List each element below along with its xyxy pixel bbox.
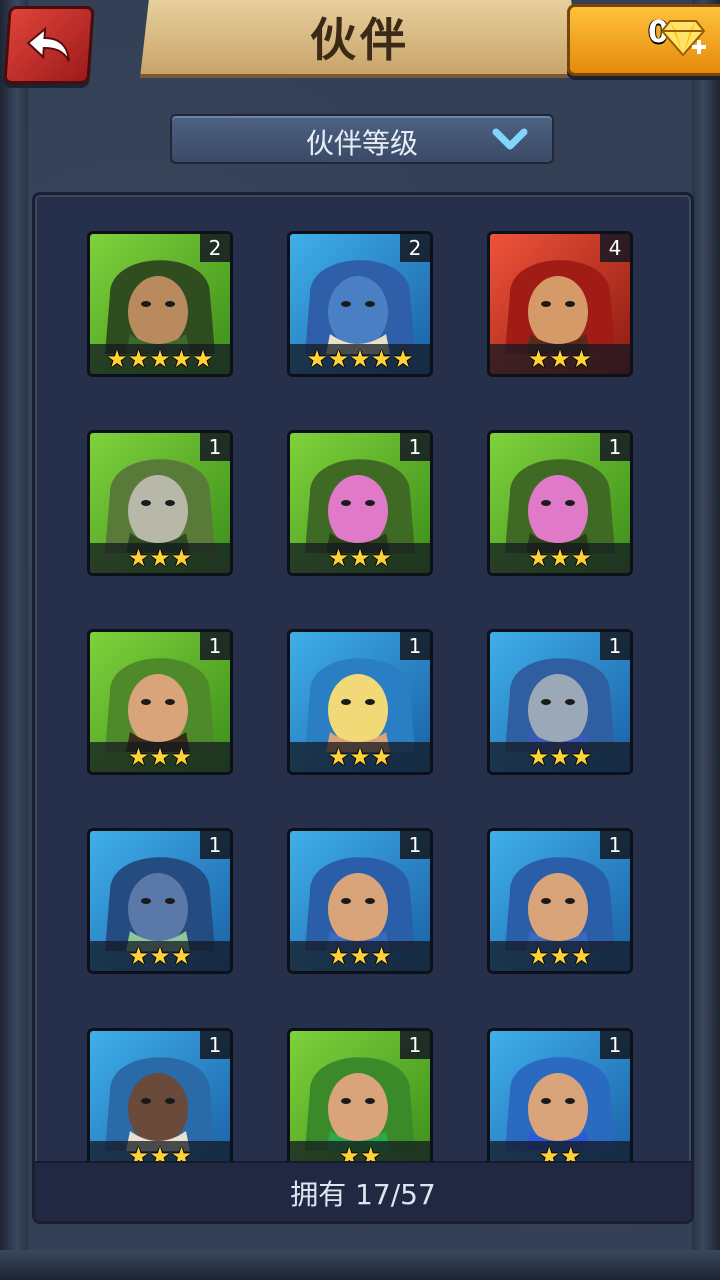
- back-button[interactable]: [3, 6, 95, 84]
- companion-card[interactable]: 1 ★★★: [87, 1028, 233, 1174]
- stone-edge-left: [0, 0, 28, 1280]
- companion-level: 1: [400, 433, 430, 461]
- companion-card[interactable]: 1 ★★★: [287, 629, 433, 775]
- companion-level: 1: [600, 433, 630, 461]
- companion-stars: ★★★★★: [290, 344, 430, 374]
- companion-card[interactable]: 1 ★★★: [287, 828, 433, 974]
- companion-stars: ★★★: [290, 742, 430, 772]
- companion-level: 2: [200, 234, 230, 262]
- companion-level: 1: [200, 1031, 230, 1059]
- gem-plus-icon: [662, 20, 706, 57]
- companion-level: 1: [200, 831, 230, 859]
- companion-card[interactable]: 1 ★★★: [487, 430, 633, 576]
- companion-level: 1: [400, 632, 430, 660]
- companion-stars: ★★★: [90, 742, 230, 772]
- gem-counter[interactable]: 0: [567, 4, 720, 76]
- companion-card[interactable]: 1 ★★: [487, 1028, 633, 1174]
- companion-stars: ★★★: [290, 941, 430, 971]
- companion-card[interactable]: 1 ★★★: [487, 629, 633, 775]
- companion-level: 4: [600, 234, 630, 262]
- companion-stars: ★★★: [90, 543, 230, 573]
- sort-dropdown[interactable]: 伙伴等级: [170, 114, 554, 164]
- companion-level: 1: [400, 831, 430, 859]
- companion-card[interactable]: 1 ★★★: [87, 430, 233, 576]
- companion-card[interactable]: 1 ★★★: [487, 828, 633, 974]
- companion-stars: ★★★: [490, 742, 630, 772]
- companion-stars: ★★★: [490, 543, 630, 573]
- companion-stars: ★★★: [490, 941, 630, 971]
- companion-level: 1: [400, 1031, 430, 1059]
- stone-edge-right: [692, 0, 720, 1280]
- companion-card[interactable]: 1 ★★★: [87, 828, 233, 974]
- companion-level: 1: [600, 831, 630, 859]
- page-title: 伙伴: [310, 13, 410, 67]
- companion-stars: ★★★: [490, 344, 630, 374]
- chevron-down-icon: [492, 128, 528, 150]
- companion-card[interactable]: 2 ★★★★★: [87, 231, 233, 377]
- companion-card[interactable]: 2 ★★★★★: [287, 231, 433, 377]
- owned-count-bar: 拥有 17/57: [35, 1161, 691, 1221]
- companion-level: 1: [200, 632, 230, 660]
- companion-stars: ★★★★★: [90, 344, 230, 374]
- companion-level: 1: [600, 632, 630, 660]
- companion-level: 2: [400, 234, 430, 262]
- companion-panel[interactable]: 2 ★★★★★ 2 ★★★★★ 4 ★★★ 1 ★★★ 1 ★★★ 1 ★★★ 1 ★★★ 1 ★★★ 1 ★★★…: [32, 192, 694, 1224]
- companion-level: 1: [200, 433, 230, 461]
- back-arrow-icon: [26, 26, 70, 62]
- companion-stars: ★★★: [90, 941, 230, 971]
- owned-count-text: 拥有 17/57: [290, 1178, 436, 1211]
- companion-stars: ★★★: [290, 543, 430, 573]
- companion-card[interactable]: 4 ★★★: [487, 231, 633, 377]
- companion-card[interactable]: 1 ★★★: [87, 629, 233, 775]
- companion-card[interactable]: 1 ★★: [287, 1028, 433, 1174]
- companion-level: 1: [600, 1031, 630, 1059]
- stone-edge-bottom: [0, 1250, 720, 1280]
- companion-card[interactable]: 1 ★★★: [287, 430, 433, 576]
